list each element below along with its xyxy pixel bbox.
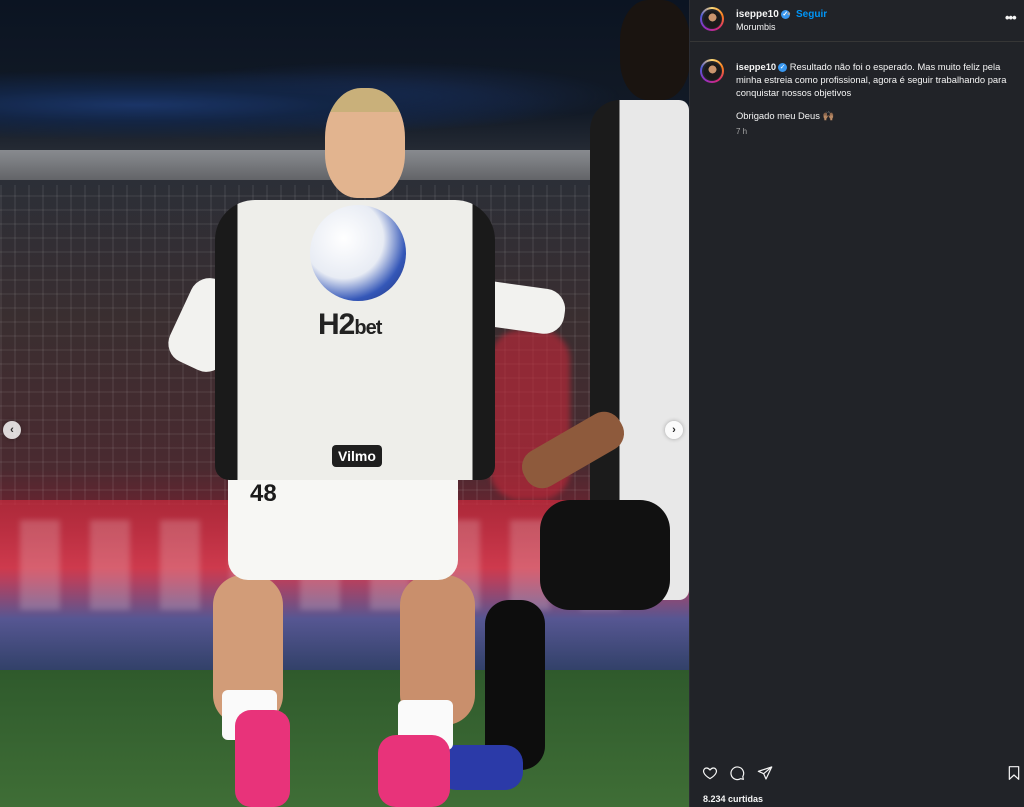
bookmark-icon xyxy=(1006,765,1022,786)
shirt-sponsor: H2bet xyxy=(318,308,382,341)
post-caption: iseppe10 ✓ Resultado não foi o esperado. … xyxy=(736,61,1014,99)
caption-avatar[interactable] xyxy=(700,59,724,83)
save-button[interactable] xyxy=(1005,765,1023,786)
post-actions-bar xyxy=(690,760,1024,786)
shorts-number: 48 xyxy=(250,480,277,507)
opponent-head xyxy=(620,0,689,100)
previous-image-button[interactable]: ‹ xyxy=(3,421,21,439)
author-username-link[interactable]: iseppe10 ✓ xyxy=(736,9,790,20)
goal-crossbar xyxy=(0,150,600,180)
likes-count[interactable]: 8.234 curtidas xyxy=(703,794,763,804)
shirt-secondary-sponsor: Vilmo xyxy=(332,445,382,467)
comment-icon xyxy=(729,765,745,786)
chevron-right-icon: › xyxy=(672,424,676,436)
more-options-icon[interactable]: ••• xyxy=(1005,10,1017,25)
follow-button[interactable]: Seguir xyxy=(796,9,827,20)
comment-button[interactable] xyxy=(728,765,746,786)
football-ball xyxy=(310,205,406,301)
next-image-button[interactable]: › xyxy=(665,421,683,439)
post-timestamp[interactable]: 7 h xyxy=(736,127,747,136)
avatar-photo xyxy=(703,62,721,80)
author-username: iseppe10 xyxy=(736,9,779,20)
like-button[interactable] xyxy=(701,766,719,784)
heart-icon xyxy=(702,765,718,786)
post-side-panel: iseppe10 ✓ • Seguir Morumbis ••• iseppe10… xyxy=(689,0,1024,807)
caption-second-line: Obrigado meu Deus 🙌🏽 xyxy=(736,110,835,121)
caption-text: Resultado não foi o esperado. Mas muito … xyxy=(736,61,1007,98)
player-left-boot xyxy=(235,710,290,807)
author-avatar[interactable] xyxy=(700,7,724,31)
chevron-left-icon: ‹ xyxy=(10,424,14,436)
share-icon xyxy=(757,765,773,786)
location-link[interactable]: Morumbis xyxy=(736,22,776,32)
separator-dot: • xyxy=(787,9,791,20)
opponent-boot xyxy=(438,745,523,790)
opponent-shorts xyxy=(540,500,670,610)
avatar-photo xyxy=(703,10,721,28)
player-head xyxy=(325,88,405,198)
share-button[interactable] xyxy=(756,765,774,786)
post-media[interactable]: H2bet Vilmo 48 ‹ › xyxy=(0,0,689,807)
verified-badge-icon: ✓ xyxy=(778,63,788,73)
player-right-boot xyxy=(378,735,450,807)
pitch-grass xyxy=(0,670,689,807)
header-divider xyxy=(690,41,1024,42)
caption-username[interactable]: iseppe10 xyxy=(736,61,776,72)
